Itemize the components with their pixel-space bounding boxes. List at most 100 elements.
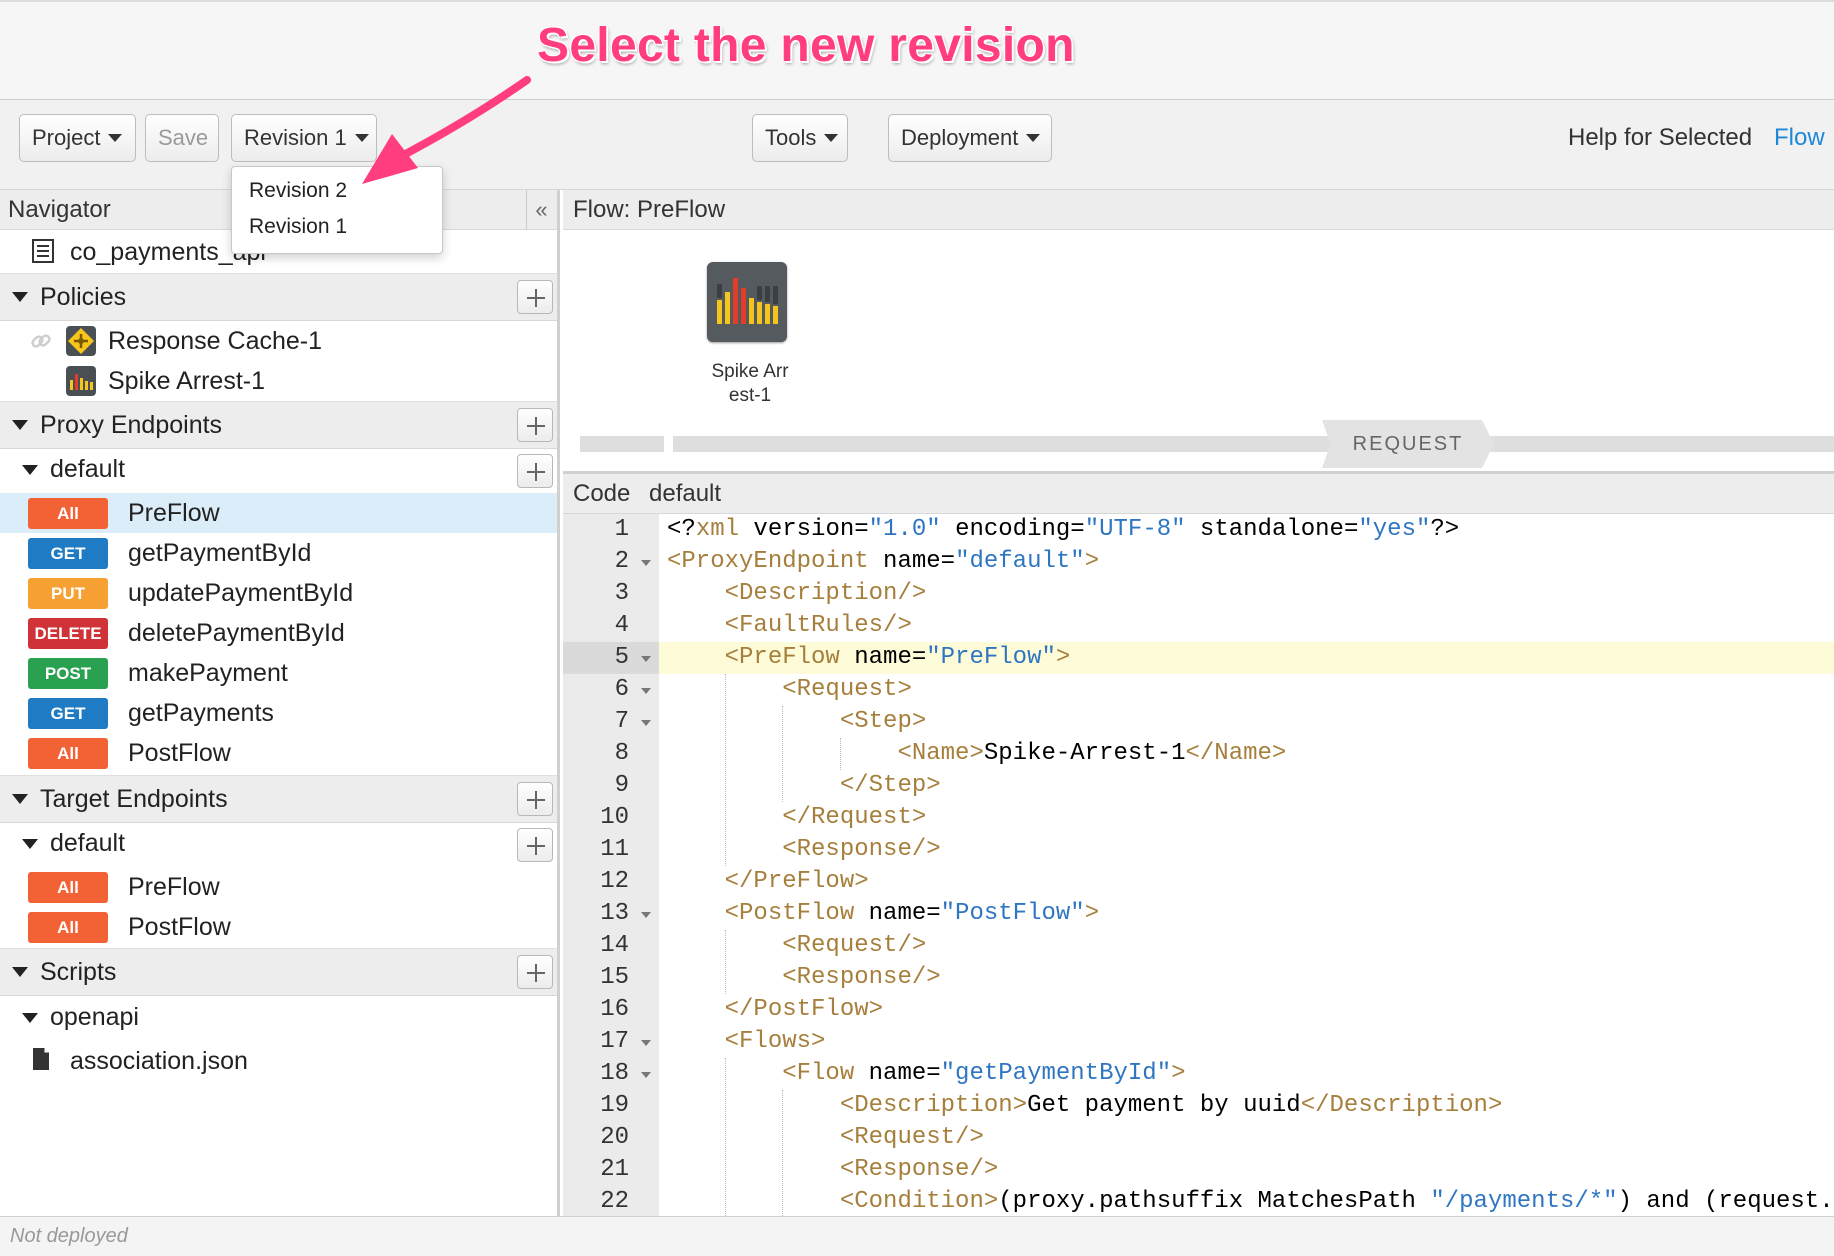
code-line[interactable]: 14 <Request/> (563, 930, 1834, 962)
code-text: <Request/> (782, 932, 927, 959)
code-line[interactable]: 1 <?xml version="1.0" encoding="UTF-8" st… (563, 514, 1834, 546)
collapse-panel-icon[interactable]: « (526, 190, 556, 230)
line-number-cell: 1 (563, 514, 659, 546)
code-editor[interactable]: 1 <?xml version="1.0" encoding="UTF-8" st… (563, 514, 1834, 1216)
policy-item-spike-arrest[interactable]: Spike Arrest-1 (0, 361, 557, 401)
expand-triangle-icon (22, 465, 38, 475)
line-number: 16 (600, 996, 629, 1023)
code-line[interactable]: 17 <Flows> (563, 1026, 1834, 1058)
spike-arrest-step-icon[interactable] (707, 262, 787, 342)
fold-toggle-icon[interactable] (641, 720, 651, 726)
file-icon (33, 1048, 49, 1070)
indent-guide (724, 674, 726, 866)
step-label: Spike Arr est-1 (690, 360, 810, 408)
script-file-item[interactable]: association.json (0, 1040, 557, 1082)
save-button[interactable]: Save (145, 114, 219, 162)
expand-triangle-icon (12, 292, 28, 302)
code-line[interactable]: 18 <Flow name="getPaymentById"> (563, 1058, 1834, 1090)
method-badge: DELETE (28, 618, 108, 649)
flow-item-target-postflow[interactable]: All PostFlow (0, 907, 557, 947)
add-policy-button[interactable] (517, 280, 553, 314)
code-line[interactable]: 12 </PreFlow> (563, 866, 1834, 898)
navigator-title: Navigator (8, 196, 111, 223)
code-line[interactable]: 10 </Request> (563, 802, 1834, 834)
add-target-endpoint-button[interactable] (517, 782, 553, 816)
flow-item-getpayments[interactable]: GET getPayments (0, 693, 557, 733)
code-line[interactable]: 5 <PreFlow name="PreFlow"> (563, 642, 1834, 674)
line-number-cell: 16 (563, 994, 659, 1026)
line-number: 11 (600, 836, 629, 863)
fold-toggle-icon[interactable] (641, 656, 651, 662)
code-line[interactable]: 19 <Description>Get payment by uuid</Des… (563, 1090, 1834, 1122)
section-scripts-label: Scripts (40, 958, 117, 986)
revision-option-1[interactable]: Revision 1 (249, 215, 347, 239)
line-number-cell: 13 (563, 898, 659, 930)
code-line[interactable]: 9 </Step> (563, 770, 1834, 802)
line-number-cell: 12 (563, 866, 659, 898)
add-flow-button[interactable] (517, 454, 553, 488)
project-menu-label: Project (32, 125, 101, 150)
section-policies[interactable]: Policies (0, 273, 557, 321)
flow-item-getpaymentbyid[interactable]: GET getPaymentById (0, 533, 557, 573)
deployment-menu-label: Deployment (901, 125, 1019, 150)
revision-option-2[interactable]: Revision 2 (249, 179, 347, 203)
line-number-cell: 9 (563, 770, 659, 802)
method-badge: All (28, 912, 108, 943)
code-text: </PostFlow> (724, 996, 884, 1023)
fold-toggle-icon[interactable] (641, 1040, 651, 1046)
fold-toggle-icon[interactable] (641, 560, 651, 566)
code-line[interactable]: 3 <Description/> (563, 578, 1834, 610)
code-line[interactable]: 20 <Request/> (563, 1122, 1834, 1154)
line-number-cell: 10 (563, 802, 659, 834)
tools-menu-button[interactable]: Tools (752, 114, 848, 162)
flow-item-updatepaymentbyid[interactable]: PUT updatePaymentById (0, 573, 557, 613)
flow-item-proxy-preflow[interactable]: All PreFlow (0, 493, 557, 533)
code-line[interactable]: 22 <Condition>(proxy.pathsuffix MatchesP… (563, 1186, 1834, 1216)
section-proxy-endpoints[interactable]: Proxy Endpoints (0, 401, 557, 449)
line-number: 1 (614, 516, 629, 543)
code-line[interactable]: 15 <Response/> (563, 962, 1834, 994)
policy-item-response-cache[interactable]: Response Cache-1 (0, 321, 557, 361)
code-text: <Response/> (782, 964, 941, 991)
fold-toggle-icon[interactable] (641, 1072, 651, 1078)
code-line[interactable]: 13 <PostFlow name="PostFlow"> (563, 898, 1834, 930)
code-file-tab[interactable]: default (649, 480, 721, 508)
fold-toggle-icon[interactable] (641, 912, 651, 918)
target-endpoint-default[interactable]: default (0, 823, 557, 867)
code-line[interactable]: 16 </PostFlow> (563, 994, 1834, 1026)
code-line[interactable]: 7 <Step> (563, 706, 1834, 738)
flow-item-label: PreFlow (128, 873, 220, 901)
code-line[interactable]: 6 <Request> (563, 674, 1834, 706)
code-text: <Step> (839, 708, 927, 735)
chevron-down-icon (108, 134, 123, 142)
line-number-cell: 20 (563, 1122, 659, 1154)
line-number: 13 (600, 900, 629, 927)
method-badge: All (28, 872, 108, 903)
code-line[interactable]: 21 <Response/> (563, 1154, 1834, 1186)
deployment-menu-button[interactable]: Deployment (888, 114, 1052, 162)
flow-item-proxy-postflow[interactable]: All PostFlow (0, 733, 557, 773)
proxy-endpoint-default[interactable]: default (0, 449, 557, 493)
section-target-endpoints[interactable]: Target Endpoints (0, 775, 557, 823)
line-number-cell: 21 (563, 1154, 659, 1186)
add-proxy-endpoint-button[interactable] (517, 408, 553, 442)
line-number: 7 (614, 708, 629, 735)
code-line[interactable]: 8 <Name>Spike-Arrest-1</Name> (563, 738, 1834, 770)
code-line[interactable]: 4 <FaultRules/> (563, 610, 1834, 642)
flow-item-makepayment[interactable]: POST makePayment (0, 653, 557, 693)
help-flow-link[interactable]: Flow (1774, 124, 1825, 152)
fold-toggle-icon[interactable] (641, 688, 651, 694)
code-line[interactable]: 11 <Response/> (563, 834, 1834, 866)
code-line[interactable]: 2 <ProxyEndpoint name="default"> (563, 546, 1834, 578)
add-flow-button[interactable] (517, 828, 553, 862)
add-script-button[interactable] (517, 955, 553, 989)
section-scripts[interactable]: Scripts (0, 948, 557, 996)
revision-menu-label: Revision 1 (244, 125, 347, 150)
line-number-cell: 14 (563, 930, 659, 962)
flow-item-target-preflow[interactable]: All PreFlow (0, 867, 557, 907)
project-menu-button[interactable]: Project (19, 114, 136, 162)
line-number: 22 (600, 1188, 629, 1215)
scripts-folder-openapi[interactable]: openapi (0, 997, 557, 1041)
revision-menu-button[interactable]: Revision 1 (231, 114, 377, 162)
flow-item-deletepaymentbyid[interactable]: DELETE deletePaymentById (0, 613, 557, 653)
